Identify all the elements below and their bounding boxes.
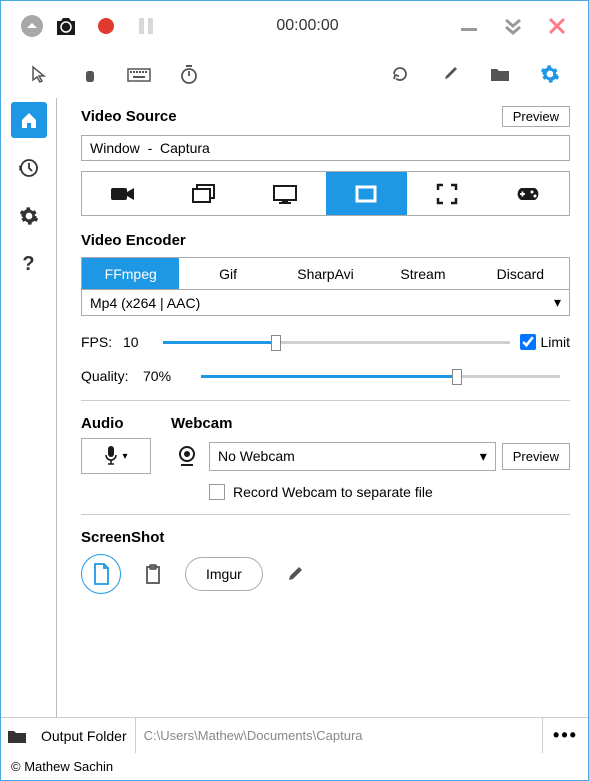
footer: Output Folder C:\Users\Mathew\Documents\… (1, 717, 588, 753)
brush-tool[interactable] (438, 62, 462, 86)
webcam-separate-checkbox[interactable]: Record Webcam to separate file (209, 484, 570, 500)
source-tab-camera[interactable] (82, 172, 163, 215)
source-tab-region[interactable] (326, 172, 407, 215)
folder-icon[interactable] (1, 718, 33, 753)
browse-button[interactable]: ••• (542, 718, 588, 753)
fps-value: 10 (123, 334, 153, 350)
source-tab-game[interactable] (488, 172, 569, 215)
screenshot-header: ScreenShot (81, 529, 570, 546)
title-bar: 00:00:00 (1, 1, 588, 51)
nav-history[interactable] (11, 150, 47, 186)
record-button[interactable] (89, 9, 123, 43)
output-folder-path[interactable]: C:\Users\Mathew\Documents\Captura (136, 718, 542, 753)
nav-help[interactable]: ? (11, 246, 47, 282)
audio-header: Audio (81, 415, 151, 432)
webcam-value: No Webcam (218, 448, 295, 464)
encoder-tab-gif[interactable]: Gif (179, 258, 276, 289)
source-type-tabs (81, 171, 570, 216)
refresh-tool[interactable] (388, 62, 412, 86)
collapse-button[interactable] (15, 9, 49, 43)
expand-down-button[interactable] (496, 9, 530, 43)
screenshot-save-button[interactable] (81, 554, 121, 594)
screenshot-imgur-button[interactable]: Imgur (185, 557, 263, 591)
close-button[interactable] (540, 9, 574, 43)
encoder-tab-ffmpeg[interactable]: FFmpeg (82, 258, 179, 289)
preview-button[interactable]: Preview (502, 106, 570, 127)
main-panel: Video Source Preview Video Encoder FFmpe… (57, 96, 588, 717)
output-folder-label: Output Folder (33, 718, 136, 753)
encoder-tab-discard[interactable]: Discard (472, 258, 569, 289)
encoder-format-select[interactable]: Mp4 (x264 | AAC) ▾ (81, 289, 570, 316)
credit: © Mathew Sachin (1, 753, 588, 780)
fps-slider[interactable] (163, 332, 510, 352)
nav-home[interactable] (11, 102, 47, 138)
source-tab-windows[interactable] (163, 172, 244, 215)
keyboard-tool[interactable] (127, 62, 151, 86)
fps-limit-checkbox[interactable]: Limit (520, 334, 570, 350)
webcam-icon (171, 438, 203, 474)
video-source-input[interactable] (81, 135, 570, 161)
screenshot-clipboard-button[interactable] (133, 554, 173, 594)
source-tab-fullscreen[interactable] (407, 172, 488, 215)
quality-slider[interactable] (201, 366, 560, 386)
fps-label: FPS: (81, 334, 123, 350)
encoder-tab-stream[interactable]: Stream (374, 258, 471, 289)
encoder-tabs: FFmpeg Gif SharpAvi Stream Discard (81, 257, 570, 289)
toolbar (1, 51, 588, 96)
click-tool[interactable] (77, 62, 101, 86)
source-tab-screen[interactable] (244, 172, 325, 215)
encoder-tab-sharpavi[interactable]: SharpAvi (277, 258, 374, 289)
webcam-preview-button[interactable]: Preview (502, 443, 570, 470)
webcam-header: Webcam (171, 415, 570, 432)
folder-tool[interactable] (488, 62, 512, 86)
left-nav: ? (1, 96, 56, 717)
video-source-header: Video Source (81, 108, 177, 125)
timer: 00:00:00 (163, 17, 452, 35)
mic-button[interactable]: ▾ (81, 438, 151, 474)
chevron-down-icon: ▾ (480, 448, 487, 465)
screenshot-button[interactable] (49, 9, 83, 43)
settings-tool[interactable] (538, 62, 562, 86)
pause-button[interactable] (129, 9, 163, 43)
pointer-tool[interactable] (27, 62, 51, 86)
minimize-button[interactable] (452, 9, 486, 43)
nav-settings[interactable] (11, 198, 47, 234)
quality-label: Quality: (81, 368, 143, 384)
chevron-down-icon: ▾ (554, 294, 561, 311)
encoder-format-value: Mp4 (x264 | AAC) (90, 295, 200, 311)
webcam-select[interactable]: No Webcam ▾ (209, 442, 496, 471)
quality-value: 70% (143, 368, 191, 384)
timer-tool[interactable] (177, 62, 201, 86)
video-encoder-header: Video Encoder (81, 232, 570, 249)
chevron-down-icon: ▾ (122, 451, 127, 462)
screenshot-edit-button[interactable] (275, 554, 315, 594)
